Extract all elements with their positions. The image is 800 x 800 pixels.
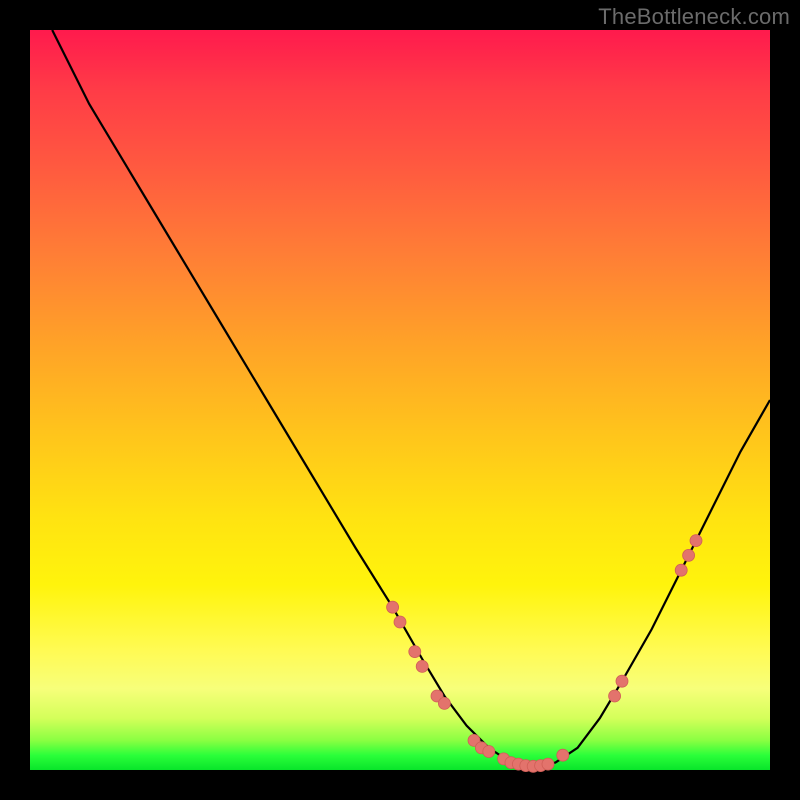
watermark-text: TheBottleneck.com — [598, 4, 790, 30]
curve-marker — [557, 749, 569, 761]
bottleneck-curve-svg — [30, 30, 770, 770]
curve-marker — [616, 675, 628, 687]
curve-marker — [483, 746, 495, 758]
curve-marker — [675, 564, 687, 576]
curve-marker — [683, 549, 695, 561]
curve-marker — [690, 535, 702, 547]
curve-marker — [438, 697, 450, 709]
chart-frame: TheBottleneck.com — [0, 0, 800, 800]
curve-marker — [394, 616, 406, 628]
curve-marker — [416, 660, 428, 672]
curve-markers — [387, 535, 702, 773]
curve-marker — [609, 690, 621, 702]
curve-marker — [409, 646, 421, 658]
curve-marker — [542, 758, 554, 770]
curve-marker — [387, 601, 399, 613]
